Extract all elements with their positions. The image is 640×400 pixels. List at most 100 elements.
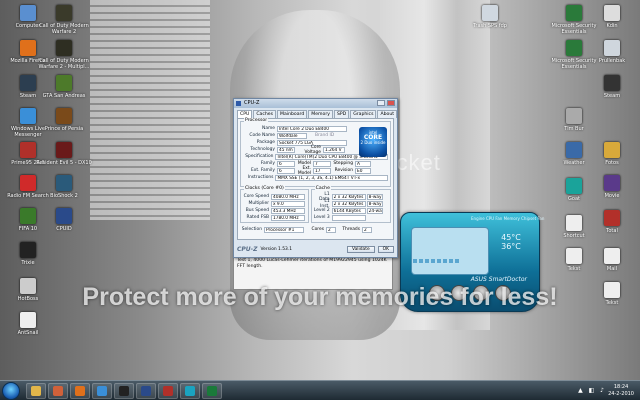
desktop-icon-label: Call of Duty Modern Warfare 2 - Multipl.… xyxy=(38,58,90,70)
brand-id-label: Brand ID xyxy=(315,133,335,138)
minimize-icon[interactable] xyxy=(377,100,385,106)
field-label: Name xyxy=(262,126,275,131)
desktop-icon-trash[interactable]: Trash SPS fdp xyxy=(462,5,518,29)
radio-icon xyxy=(20,175,36,191)
tab-spd[interactable]: SPD xyxy=(333,110,350,118)
tab-about[interactable]: About xyxy=(377,110,398,118)
desktop-icon-label: Steam xyxy=(19,93,37,99)
desktop-icon-label: Trixie xyxy=(21,260,35,266)
desktop-icon-label: Trash SPS fdp xyxy=(473,23,507,29)
desktop-icon-shortcut[interactable]: Shortcut xyxy=(546,215,602,239)
taskbar-app-explorer[interactable] xyxy=(26,383,46,399)
desktop-icon-cod-mw2[interactable]: Call of Duty Modern Warfare 2 xyxy=(36,5,92,35)
taskbar-app-firefox[interactable] xyxy=(70,383,90,399)
desktop-icon-cpuid[interactable]: CPUID xyxy=(36,208,92,232)
desktop-icon-label: Kdin xyxy=(606,23,618,29)
field-label: Multiplier xyxy=(248,201,269,206)
taskbar-app-asus[interactable] xyxy=(180,383,200,399)
start-button[interactable] xyxy=(2,382,20,400)
model-value: 7 xyxy=(313,160,331,167)
field-label: Threads xyxy=(342,227,360,232)
desktop-icon-label: Resident Evil 5 - DX10 xyxy=(36,160,92,166)
logo-text: 2 Duo inside xyxy=(360,140,386,145)
desktop-icon-weather[interactable]: Weather xyxy=(546,142,602,166)
clock-date: 24-2-2010 xyxy=(608,391,634,397)
desktop-icon-goat[interactable]: Goat xyxy=(546,178,602,202)
steam-icon xyxy=(604,75,620,91)
desktop-icon-label: Total xyxy=(606,228,618,234)
wallpaper-blinds xyxy=(90,0,210,220)
desktop-icon-cod-mp[interactable]: Call of Duty Modern Warfare 2 - Multipl.… xyxy=(36,40,92,70)
tab-memory[interactable]: Memory xyxy=(308,110,333,118)
taskbar-app-prime[interactable] xyxy=(158,383,178,399)
desktop-icon-bioshock[interactable]: BioShock 2 xyxy=(36,175,92,199)
cod-icon xyxy=(56,40,72,56)
cpuz-titlebar[interactable]: CPU-Z xyxy=(234,99,397,108)
cpuz-window[interactable]: CPU-Z CPU Caches Mainboard Memory SPD Gr… xyxy=(233,98,398,258)
field-label: Bus Speed xyxy=(245,208,269,213)
processor-name-value: Intel Core 2 Duo E8400 xyxy=(277,125,347,132)
taskbar-app-cpuz[interactable] xyxy=(136,383,156,399)
core-speed-value: 4080.0 MHz xyxy=(271,193,305,200)
processor-select[interactable]: Processor #1 xyxy=(264,226,304,233)
shield-icon xyxy=(566,40,582,56)
system-tray[interactable]: ▲ ◧ ♪ xyxy=(578,387,606,394)
field-label: Rated FSB xyxy=(246,215,270,220)
taskbar: ▲ ◧ ♪ 18:24 24-2-2010 xyxy=(0,380,640,400)
desktop-icon-gta[interactable]: GTA San Andreas xyxy=(36,75,92,99)
taskbar-app-media[interactable] xyxy=(48,383,68,399)
code-name-value: Wolfdale xyxy=(277,132,307,139)
desktop-icon-kdin[interactable]: Kdin xyxy=(584,5,640,29)
field-label: Stepping xyxy=(333,161,353,166)
tab-caches[interactable]: Caches xyxy=(253,110,277,118)
group-label: Processor xyxy=(244,118,269,123)
cpuz-logo: CPU-Z xyxy=(237,246,258,253)
folder-icon xyxy=(604,142,620,158)
ok-button[interactable]: OK xyxy=(377,246,394,253)
desktop-icon-label: Call of Duty Modern Warfare 2 xyxy=(39,23,89,35)
computer-icon xyxy=(20,5,36,21)
document-icon xyxy=(566,215,582,231)
tab-cpu[interactable]: CPU xyxy=(237,110,253,118)
processor-group: Processor intel CORE 2 Duo inside Name In… xyxy=(240,118,391,187)
desktop-icon-label: AntSnail xyxy=(17,330,39,336)
taskbar-clock[interactable]: 18:24 24-2-2010 xyxy=(608,384,634,398)
desktop-icon-timbur[interactable]: Tim Bur xyxy=(546,108,602,132)
validate-button[interactable]: Validate xyxy=(346,246,375,253)
close-icon[interactable] xyxy=(387,100,395,106)
prime-icon xyxy=(163,386,173,396)
desktop-icon-prince[interactable]: Prince of Persia xyxy=(36,108,92,132)
rated-fsb-value: 1780.0 MHz xyxy=(271,214,305,221)
trixie-icon xyxy=(20,242,36,258)
desktop-icon-label: Tekst xyxy=(567,266,581,272)
document-icon xyxy=(566,248,582,264)
field-label: Specification xyxy=(245,154,274,159)
movie-icon xyxy=(604,175,620,191)
multiplier-value: x 9.0 xyxy=(271,200,305,207)
taskbar-app-messenger[interactable] xyxy=(92,383,112,399)
goat-icon xyxy=(566,178,582,194)
asus-icon xyxy=(185,386,195,396)
desktop-icon-mail[interactable]: Mail xyxy=(584,248,640,272)
tab-mainboard[interactable]: Mainboard xyxy=(277,110,308,118)
document-icon xyxy=(604,5,620,21)
field-label: Selection xyxy=(241,227,262,232)
desktop-icon-mse2[interactable]: Microsoft Security Essentials xyxy=(546,40,602,70)
desktop-icon-label: FIFA 10 xyxy=(18,226,38,232)
photobucket-watermark: Protect more of your memories for less! xyxy=(82,283,558,311)
l3-value xyxy=(331,214,366,221)
taskbar-app-gta[interactable] xyxy=(202,383,222,399)
desktop-icon-label: Prullenbak xyxy=(598,58,626,64)
desktop-icon-antsnail[interactable]: AntSnail xyxy=(0,312,56,336)
steam-icon xyxy=(20,75,36,91)
gta-icon xyxy=(56,75,72,91)
tab-graphics[interactable]: Graphics xyxy=(350,110,377,118)
trash-icon xyxy=(482,5,498,21)
desktop-icon-steam2[interactable]: Steam xyxy=(584,75,640,99)
cpuz-title: CPU-Z xyxy=(244,100,260,106)
taskbar-app-steam[interactable] xyxy=(114,383,134,399)
desktop-icon-re5[interactable]: Resident Evil 5 - DX10 xyxy=(36,142,92,166)
asus-temp-bottom: 36°C xyxy=(501,242,521,251)
desktop-icon-trixie[interactable]: Trixie xyxy=(0,242,56,266)
prime95-icon xyxy=(20,142,36,158)
